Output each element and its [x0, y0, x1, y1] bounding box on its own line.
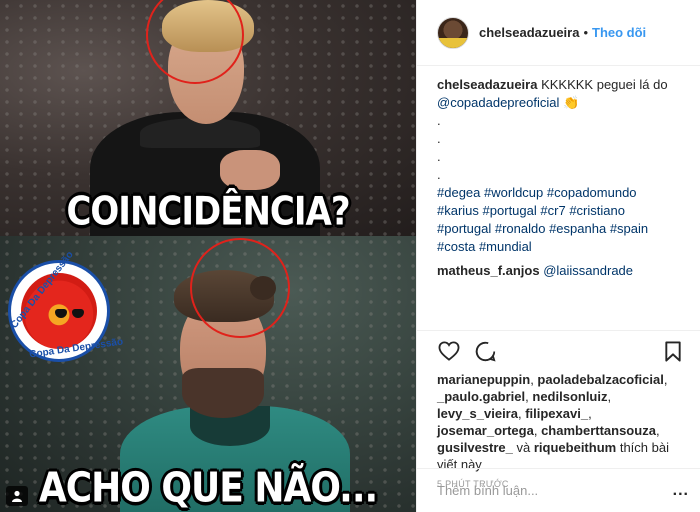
bookmark-icon [665, 340, 681, 362]
liker-name[interactable]: marianepuppin [437, 372, 530, 387]
liker-name[interactable]: chamberttansouza [541, 423, 656, 438]
caption-mention[interactable]: @copadadepreoficial [437, 95, 559, 110]
user-tag-button[interactable] [6, 486, 28, 506]
save-button[interactable] [661, 339, 685, 363]
liker-name[interactable]: filipexavi_ [525, 406, 588, 421]
caption-text: KKKKKK peguei lá do [541, 77, 668, 92]
add-comment-bar: ... [417, 468, 700, 512]
person-icon [12, 490, 22, 502]
hashtag[interactable]: #karius [437, 203, 479, 218]
hashtag[interactable]: #costa [437, 239, 475, 254]
comment-input[interactable] [437, 483, 673, 498]
liker-name[interactable]: nedilsonluiz [532, 389, 607, 404]
hashtag[interactable]: #copadomundo [547, 185, 637, 200]
likes-connector: và [516, 440, 531, 455]
header-separator: • [583, 25, 589, 40]
caption-dot: . [437, 149, 441, 164]
post-header: chelseadazueira • Theo dõi [417, 0, 700, 66]
avatar[interactable] [437, 16, 469, 49]
follow-button[interactable]: Theo dõi [592, 25, 646, 40]
caption-dot: . [437, 167, 441, 182]
comment-username[interactable]: matheus_f.anjos [437, 263, 540, 278]
post-caption: chelseadazueira KKKKKK peguei lá do @cop… [417, 66, 700, 256]
hashtag[interactable]: #spain [610, 221, 648, 236]
heart-icon [438, 341, 460, 361]
liker-name[interactable]: josemar_ortega [437, 423, 534, 438]
caption-dot: . [437, 113, 441, 128]
copa-da-depressao-logo: Copa Da Depressão Copa Da Depressão [8, 249, 124, 362]
hashtag[interactable]: #degea [437, 185, 480, 200]
highlight-circle-bottom [190, 238, 290, 338]
hashtag[interactable]: #cristiano [569, 203, 625, 218]
like-button[interactable] [437, 339, 461, 363]
caption-username[interactable]: chelseadazueira [437, 77, 537, 92]
comment-mention[interactable]: @laiissandrade [543, 263, 633, 278]
liker-name[interactable]: riquebeithum [534, 440, 616, 455]
hashtag[interactable]: #cr7 [540, 203, 565, 218]
hashtag[interactable]: #ronaldo [495, 221, 546, 236]
post-actions-section: marianepuppin, paoladebalzacoficial, _pa… [417, 330, 700, 489]
speech-bubble-icon [475, 341, 496, 362]
comment-button[interactable] [473, 339, 497, 363]
liker-name[interactable]: gusilvestre_ [437, 440, 513, 455]
header-username[interactable]: chelseadazueira [479, 25, 579, 40]
liker-name[interactable]: paoladebalzacoficial [537, 372, 663, 387]
clap-emoji: 👏 [562, 95, 580, 110]
caption-dot: . [437, 131, 441, 146]
post-image[interactable]: Copa Da Depressão Copa Da Depressão COIN… [0, 0, 416, 512]
liked-by-text: marianepuppin, paoladebalzacoficial, _pa… [437, 372, 669, 472]
comment-item: matheus_f.anjos @laiissandrade [417, 256, 700, 280]
liker-name[interactable]: _paulo.gabriel [437, 389, 525, 404]
action-bar [417, 331, 700, 371]
more-options-button[interactable]: ... [673, 482, 689, 500]
meme-caption-bottom: ACHO QUE NÃO... [38, 464, 378, 512]
post-sidebar: chelseadazueira • Theo dõi chelseadazuei… [416, 0, 700, 512]
hashtag[interactable]: #espanha [549, 221, 606, 236]
meme-caption-top: COINCIDÊNCIA? [66, 189, 350, 235]
hashtag[interactable]: #portugal [483, 203, 537, 218]
hashtag[interactable]: #mundial [479, 239, 532, 254]
hashtag-list: #degea #worldcup #copadomundo #karius #p… [437, 184, 680, 256]
hashtag[interactable]: #portugal [437, 221, 491, 236]
liker-name[interactable]: levy_s_vieira [437, 406, 518, 421]
hashtag[interactable]: #worldcup [484, 185, 543, 200]
